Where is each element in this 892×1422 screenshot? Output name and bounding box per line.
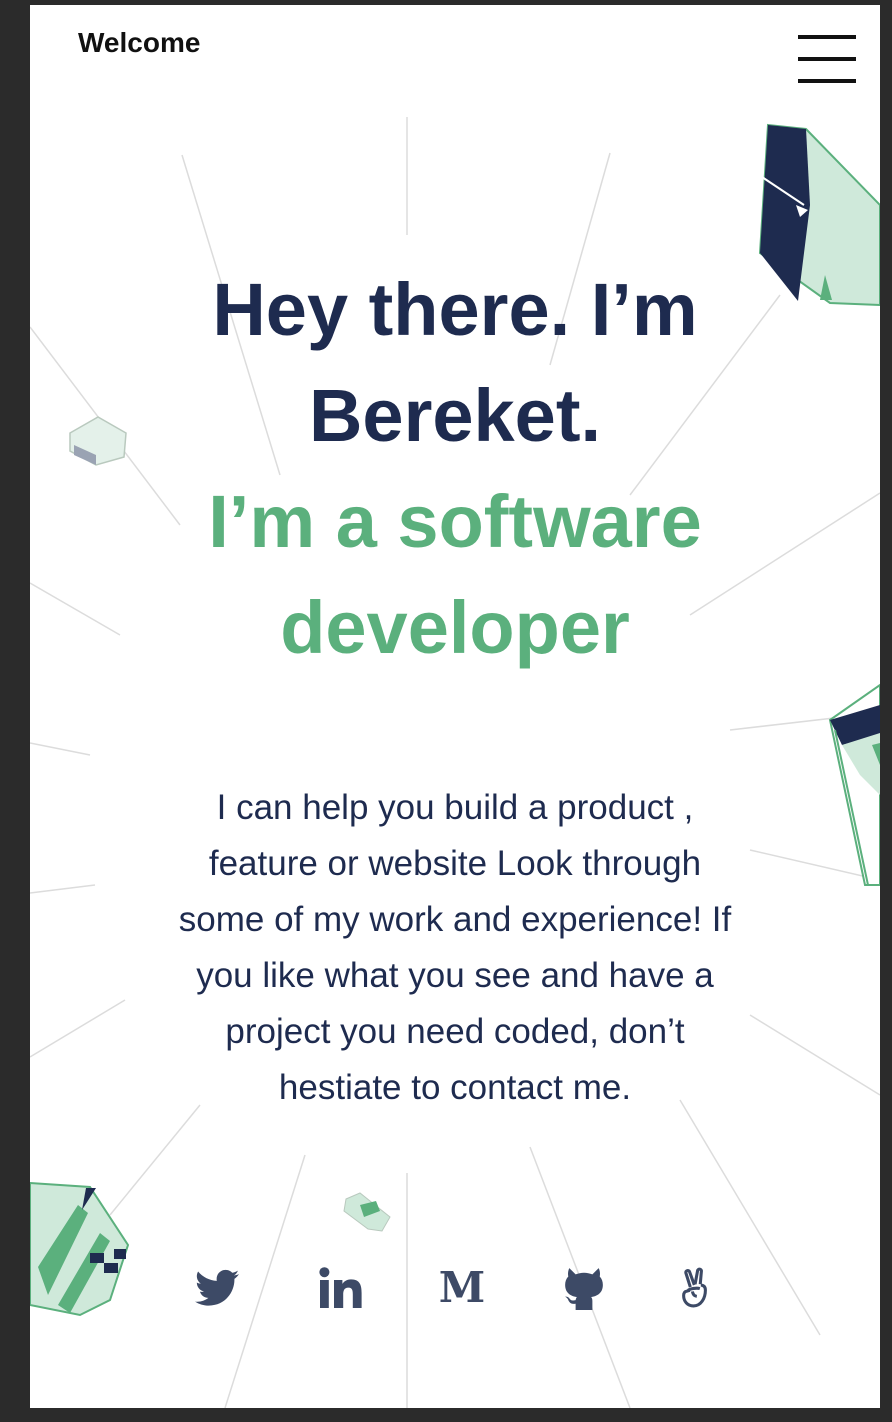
linkedin-icon — [319, 1267, 362, 1308]
gem-small-bottom — [343, 1192, 391, 1232]
medium-link[interactable]: M — [435, 1261, 489, 1315]
github-icon — [565, 1268, 603, 1310]
hero-line-3: I’m a software — [208, 480, 702, 563]
intro-line: feature or website Look through — [208, 844, 702, 883]
site-title[interactable]: Welcome — [78, 27, 200, 59]
hero-line-4: developer — [280, 586, 630, 669]
intro-line: you like what you see and have a — [196, 956, 714, 995]
linkedin-link[interactable] — [313, 1261, 367, 1315]
hero-subheadline: I’m a software developer — [90, 469, 820, 681]
twitter-link[interactable] — [190, 1261, 244, 1315]
hamburger-menu-icon[interactable] — [798, 35, 856, 83]
angellist-icon — [682, 1267, 707, 1308]
medium-icon: M — [438, 1263, 486, 1312]
intro-paragraph: I can help you build a product , feature… — [125, 780, 785, 1116]
intro-line: I can help you build a product , — [216, 788, 694, 827]
hero-line-1: Hey there. I’m — [212, 268, 698, 351]
hero-headline: Hey there. I’m Bereket. — [90, 257, 820, 469]
angellist-link[interactable] — [670, 1261, 724, 1315]
github-link[interactable] — [557, 1261, 611, 1315]
background-illustration — [30, 117, 880, 1408]
intro-line: some of my work and experience! If — [178, 900, 732, 939]
gem-bottom-left — [30, 1181, 130, 1317]
page-viewport: Welcome Hey there. I’m Bereket. I’m a so… — [30, 5, 880, 1408]
hero-line-2: Bereket. — [308, 374, 602, 457]
twitter-icon — [195, 1269, 239, 1306]
intro-line: project you need coded, don’t — [225, 1012, 685, 1051]
gem-right-mid — [828, 683, 880, 886]
intro-line: hestiate to contact me. — [278, 1068, 632, 1107]
